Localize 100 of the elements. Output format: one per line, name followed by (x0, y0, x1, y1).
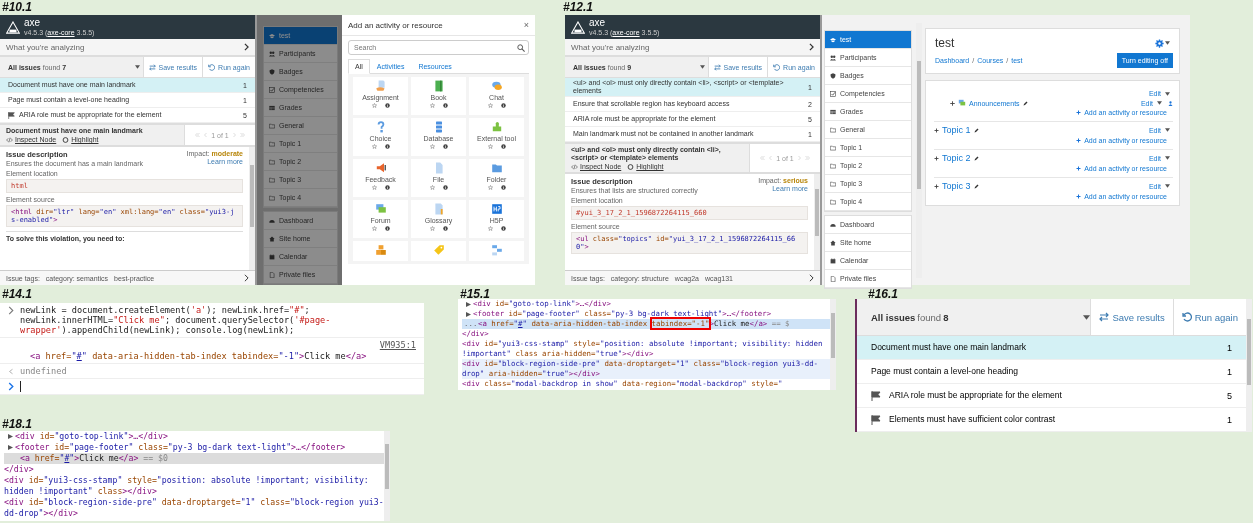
megaphone-icon (374, 162, 387, 174)
info-icon[interactable] (442, 226, 448, 231)
code-text: <div id="block-region-side-pre" data-droptarget="1" class="block-region yui3-dd-drop"></div> (4, 497, 384, 520)
activity-card[interactable] (469, 241, 524, 261)
plus-icon[interactable] (934, 155, 939, 161)
source-link[interactable]: VM935:1 (379, 340, 416, 350)
star-icon[interactable] (487, 185, 493, 190)
star-icon[interactable] (371, 103, 377, 108)
info-icon[interactable] (500, 103, 506, 108)
issue-count: 1 (1227, 414, 1232, 425)
calendar-icon (830, 257, 836, 264)
pencil-icon[interactable] (973, 183, 979, 189)
info-icon[interactable] (384, 226, 390, 231)
info-icon[interactable] (500, 226, 506, 231)
star-icon[interactable] (371, 226, 377, 231)
analyzing-label: What you're analyzing (6, 42, 85, 52)
info-icon[interactable] (500, 185, 506, 190)
pencil-icon[interactable] (973, 155, 979, 161)
file-icon (830, 275, 836, 282)
move-icon[interactable] (950, 100, 955, 106)
info-icon[interactable] (500, 144, 506, 149)
issue-title: Elements must have sufficient color contrast (889, 414, 1057, 425)
scrollbar[interactable] (249, 147, 255, 270)
gauge-icon (269, 217, 275, 224)
caret-icon (1165, 156, 1170, 160)
section-title-link[interactable]: Topic 1 (942, 125, 971, 135)
info-icon[interactable] (442, 144, 448, 149)
star-icon[interactable] (487, 226, 493, 231)
code-text: </div> (4, 464, 34, 476)
text-cursor (20, 381, 21, 392)
scrollbar[interactable] (830, 299, 836, 390)
analyzing-bar[interactable]: What you're analyzing (565, 39, 820, 57)
circle-icon (627, 163, 635, 170)
diagram-icon (490, 244, 503, 256)
info-icon[interactable] (442, 103, 448, 108)
folder-icon (830, 162, 836, 169)
code-icon (571, 163, 578, 170)
search-icon[interactable] (517, 43, 525, 52)
console-result-text: undefined (20, 366, 67, 376)
caret-icon (1165, 128, 1170, 132)
circle-icon (62, 136, 70, 143)
info-icon[interactable] (384, 144, 390, 149)
calendar-icon (269, 253, 275, 260)
pencil-icon[interactable] (973, 127, 979, 133)
book-icon (432, 80, 445, 92)
section-title-link[interactable]: Topic 3 (942, 181, 971, 191)
person-icon[interactable] (1168, 100, 1173, 106)
console-output-text: <a href="#" data-aria-hidden-tab-index tabindex="-1">Click me</a> (29, 351, 367, 361)
folder-icon (830, 144, 836, 151)
issue-row[interactable]: Document must have one main landmark 1 (857, 336, 1246, 360)
section-title-link[interactable]: Topic 2 (942, 153, 971, 163)
scrollbar[interactable] (384, 431, 390, 521)
star-icon[interactable] (487, 103, 493, 108)
graduation-cap-icon (830, 36, 836, 43)
undo-icon (773, 63, 781, 71)
home-icon (269, 235, 275, 242)
code-text: <a href="#">Click me</a> == $0 (20, 453, 168, 465)
plus-icon (1076, 110, 1082, 115)
activity-card[interactable] (411, 241, 466, 261)
code-text: <div id="goto-top-link">…</div> (15, 431, 168, 443)
info-icon[interactable] (384, 103, 390, 108)
users-icon (269, 50, 275, 57)
app-name: axe (24, 18, 42, 29)
gauge-icon (830, 221, 836, 228)
plus-icon[interactable] (934, 183, 939, 189)
scrollbar[interactable] (916, 23, 922, 278)
activity-card[interactable] (353, 241, 408, 261)
prompt-chevron-icon (8, 306, 14, 315)
analyzing-bar[interactable]: What you're analyzing (0, 39, 255, 57)
issue-count: 5 (1227, 390, 1232, 401)
star-icon[interactable] (429, 185, 435, 190)
save-results-button[interactable]: Save results (1090, 299, 1173, 335)
caret-icon (699, 65, 705, 69)
star-icon[interactable] (487, 144, 493, 149)
star-icon[interactable] (429, 144, 435, 149)
expand-triangle-icon[interactable] (8, 434, 13, 439)
caret-icon (1165, 41, 1170, 45)
users-icon (830, 54, 836, 61)
scrollbar[interactable] (1246, 299, 1252, 432)
close-button[interactable]: × (523, 20, 529, 30)
info-icon[interactable] (442, 185, 448, 190)
settings-icon[interactable] (1155, 38, 1164, 48)
scrollbar[interactable] (814, 174, 820, 270)
screenshot-caption: #15.1 (460, 287, 491, 301)
code-text: <div id="yui3-css-stamp" style="position: absolute !important; visibility: hidden !important" class></div> (4, 475, 370, 498)
folder-icon (269, 194, 275, 201)
document-hand-icon (374, 80, 387, 92)
issues-filter-button[interactable]: All issues found 8 (857, 299, 1083, 335)
info-icon[interactable] (384, 185, 390, 190)
analyzing-label: What you're analyzing (571, 42, 650, 52)
star-icon[interactable] (371, 144, 377, 149)
screenshot-caption: #14.1 (2, 287, 33, 301)
star-icon[interactable] (429, 103, 435, 108)
caret-icon (134, 65, 140, 69)
issue-count: 1 (1227, 342, 1232, 353)
run-again-button[interactable]: Run again (1172, 299, 1246, 335)
star-icon[interactable] (429, 226, 435, 231)
plus-icon[interactable] (934, 127, 939, 133)
pencil-icon[interactable] (1022, 100, 1028, 106)
star-icon[interactable] (371, 185, 377, 190)
